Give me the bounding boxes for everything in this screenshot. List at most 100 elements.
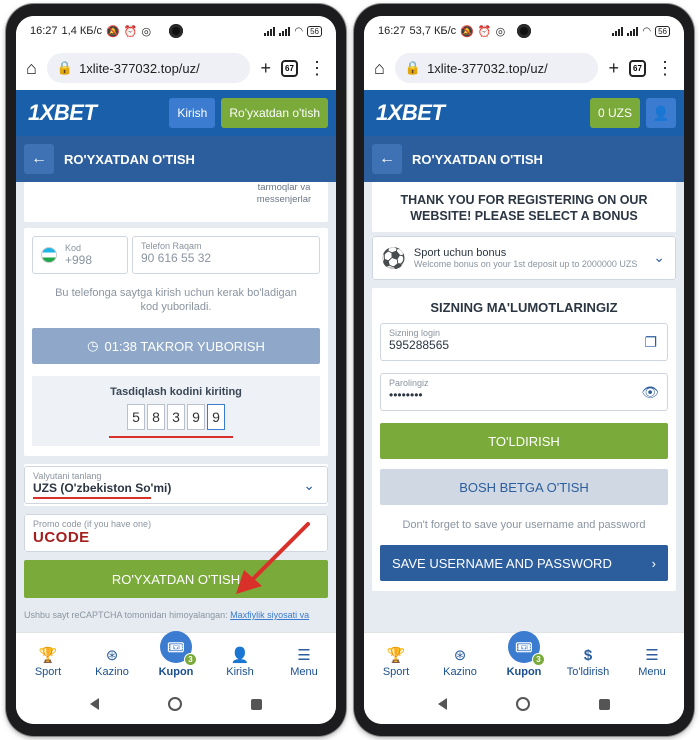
registration-success: THANK YOU FOR REGISTERING ON OUR WEBSITE… <box>364 182 684 632</box>
otp-digit-4[interactable]: 9 <box>187 404 205 430</box>
back-arrow-icon[interactable]: ← <box>24 144 54 174</box>
status-speed: 53,7 КБ/с <box>409 25 457 37</box>
nav-kupon[interactable]: 🎟 3 Kupon <box>148 631 204 678</box>
privacy-link[interactable]: Maxfiylik siyosati va <box>230 610 309 620</box>
lock-icon: 🔒 <box>56 60 74 75</box>
phone-left: 16:27 1,4 КБ/с 🔕 ⏰ ◎ ◠ 56 ⌂ 🔒 1xlite-377… <box>6 4 346 736</box>
front-camera <box>517 24 531 38</box>
nav-deposit[interactable]: $ To'ldirish <box>560 647 616 678</box>
password-value: •••••••• <box>389 388 423 402</box>
kupon-badge: 3 <box>184 653 197 666</box>
url-field[interactable]: 🔒 1xlite-377032.top/uz/ <box>394 53 599 83</box>
password-field[interactable]: Parolingiz •••••••• 👁 <box>380 373 668 411</box>
register-button[interactable]: Ro'yxatdan o'tish <box>221 98 328 128</box>
brand-logo[interactable]: 1XBET <box>376 100 445 126</box>
login-value: 595288565 <box>389 338 450 352</box>
nav-kupon-label: Kupon <box>158 666 194 678</box>
site-header: 1XBET Kirish Ro'yxatdan o'tish <box>16 90 336 136</box>
signal-icon <box>612 26 624 36</box>
otp-red-underline <box>109 436 233 438</box>
nav-kazino[interactable]: ⊛ Kazino <box>432 646 488 678</box>
nav-kirish-label: Kirish <box>226 666 254 678</box>
bonus-title: Sport uchun bonus <box>413 246 507 259</box>
copy-icon[interactable]: ❐ <box>644 334 657 351</box>
currency-label: Valyutani tanlang <box>33 471 102 481</box>
back-arrow-icon[interactable]: ← <box>372 144 402 174</box>
chevron-down-icon: ⌄ <box>303 477 315 493</box>
nav-menu[interactable]: ☰ Menu <box>624 646 680 678</box>
otp-digit-2[interactable]: 8 <box>147 404 165 430</box>
ticket-icon: 🎟 3 <box>160 631 197 666</box>
otp-digit-5[interactable]: 9 <box>207 404 225 430</box>
system-home-icon[interactable] <box>167 697 182 711</box>
bonus-select[interactable]: ⚽ Sport uchun bonus Welcome bonus on you… <box>372 236 676 280</box>
nav-menu[interactable]: ☰ Menu <box>276 646 332 678</box>
nav-sport-label: Sport <box>34 666 62 678</box>
red-arrow-annotation <box>236 522 310 594</box>
info-text: Bu telefonga saytga kirish uchun kerak b… <box>55 287 297 313</box>
more-menu-icon[interactable]: ⋮ <box>656 59 674 77</box>
status-time: 16:27 <box>30 25 58 37</box>
system-back-icon[interactable] <box>438 698 448 710</box>
mute-icon: 🔕 <box>106 25 120 38</box>
thanks-title: THANK YOU FOR REGISTERING ON OUR WEBSITE… <box>400 193 648 223</box>
new-tab-icon[interactable]: + <box>608 59 619 77</box>
user-profile-icon[interactable]: 👤 <box>646 98 676 128</box>
currency-select[interactable]: Valyutani tanlang UZS (O'zbekiston So'mi… <box>24 466 328 504</box>
tab-count-button[interactable]: 67 <box>281 59 298 77</box>
deposit-button[interactable]: TO'LDIRISH <box>380 423 668 459</box>
signal-icon-2 <box>279 26 291 36</box>
front-camera <box>169 24 183 38</box>
wifi-icon: ◠ <box>642 25 652 37</box>
soccer-ball-icon: ⚽ <box>381 247 406 270</box>
clock-icon: ◷ <box>87 338 99 353</box>
nav-kazino[interactable]: ⊛ Kazino <box>84 646 140 678</box>
system-home-icon[interactable] <box>515 697 530 711</box>
browser-bar: ⌂ 🔒 1xlite-377032.top/uz/ + 67 ⋮ <box>364 46 684 90</box>
login-button[interactable]: Kirish <box>169 98 216 128</box>
phone-right: 16:27 53,7 КБ/с 🔕 ⏰ ◎ ◠ 56 ⌂ 🔒 1xlite-37… <box>354 4 694 736</box>
nav-deposit-label: To'ldirish <box>566 666 610 678</box>
alarm-icon: ⏰ <box>477 25 492 38</box>
nav-kupon[interactable]: 🎟 3 Kupon <box>496 631 552 678</box>
trophy-icon: 🏆 <box>386 647 406 664</box>
nav-kazino-label: Kazino <box>95 666 129 678</box>
lock-icon: 🔒 <box>404 60 422 75</box>
nav-sport[interactable]: 🏆 Sport <box>20 646 76 678</box>
country-code-field[interactable]: Kod +998 <box>32 236 128 274</box>
status-time: 16:27 <box>378 25 406 37</box>
eye-hidden-icon[interactable]: 👁 <box>641 384 659 401</box>
kupon-badge: 3 <box>532 653 545 666</box>
system-recents-icon[interactable] <box>250 698 262 710</box>
otp-digit-1[interactable]: 5 <box>127 404 145 430</box>
system-recents-icon[interactable] <box>598 698 610 710</box>
otp-digit-3[interactable]: 3 <box>167 404 185 430</box>
chevron-down-icon: ⌄ <box>653 249 665 265</box>
nav-sport[interactable]: 🏆 Sport <box>368 646 424 678</box>
battery-icon: 56 <box>307 25 322 37</box>
brand-logo[interactable]: 1XBET <box>28 100 97 126</box>
user-icon: 👤 <box>230 647 250 664</box>
phone-input[interactable]: Telefon Raqam 90 616 55 32 <box>132 236 320 274</box>
login-field[interactable]: Sizning login 595288565 ❐ <box>380 323 668 361</box>
save-credentials-button[interactable]: SAVE USERNAME AND PASSWORD › <box>380 545 668 581</box>
nav-kirish[interactable]: 👤 Kirish <box>212 646 268 678</box>
system-back-icon[interactable] <box>90 698 100 710</box>
more-menu-icon[interactable]: ⋮ <box>308 59 326 77</box>
signal-icon-2 <box>627 26 639 36</box>
battery-icon: 56 <box>655 25 670 37</box>
home-icon[interactable]: ⌂ <box>374 59 385 77</box>
recaptcha-note: Ushbu sayt reCAPTCHA tomonidan himoyalan… <box>24 610 328 620</box>
home-page-button[interactable]: BOSH BETGA O'TISH <box>380 469 668 505</box>
tab-count-button[interactable]: 67 <box>629 59 646 77</box>
new-tab-icon[interactable]: + <box>260 59 271 77</box>
signal-icon <box>264 26 276 36</box>
password-label: Parolingiz <box>389 378 429 388</box>
balance-button[interactable]: 0 UZS <box>589 98 640 128</box>
phone-value: 90 616 55 32 <box>141 251 212 265</box>
url-field[interactable]: 🔒 1xlite-377032.top/uz/ <box>46 53 251 83</box>
chevron-right-icon: › <box>651 555 656 571</box>
resend-button[interactable]: ◷ 01:38 TAKROR YUBORISH <box>32 328 320 364</box>
save-note: Don't forget to save your username and p… <box>402 519 646 531</box>
home-icon[interactable]: ⌂ <box>26 59 37 77</box>
